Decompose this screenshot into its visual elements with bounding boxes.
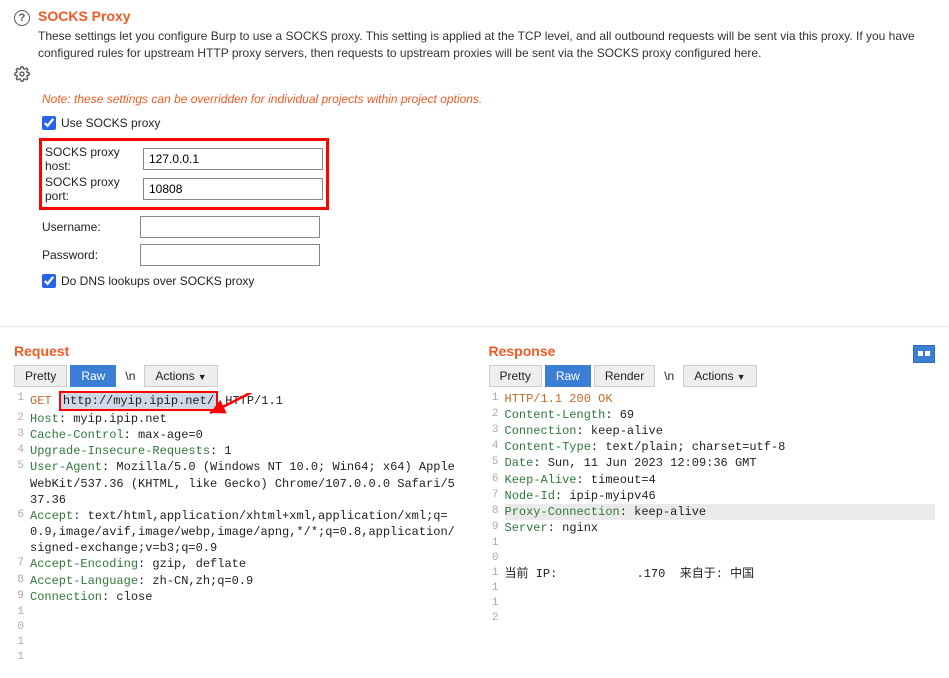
port-input[interactable] [143, 178, 323, 200]
use-socks-label: Use SOCKS proxy [61, 116, 160, 130]
tab-render-resp[interactable]: Render [594, 365, 655, 387]
response-panel: Response Pretty Raw Render \n Actions▼ 1… [489, 343, 936, 665]
dns-label: Do DNS lookups over SOCKS proxy [61, 274, 254, 288]
tab-actions[interactable]: Actions▼ [144, 365, 217, 387]
username-label: Username: [42, 220, 134, 234]
socks-proxy-panel: ? SOCKS Proxy These settings let you con… [0, 0, 949, 310]
dns-checkbox[interactable] [42, 274, 56, 288]
tab-pretty-resp[interactable]: Pretty [489, 365, 542, 387]
tab-newline-resp[interactable]: \n [658, 366, 680, 386]
use-socks-checkbox[interactable] [42, 116, 56, 130]
tab-actions-resp[interactable]: Actions▼ [683, 365, 756, 387]
layout-toggle-button[interactable] [913, 345, 935, 363]
response-tabs: Pretty Raw Render \n Actions▼ [489, 365, 936, 387]
tab-raw[interactable]: Raw [70, 365, 116, 387]
port-label: SOCKS proxy port: [45, 175, 137, 203]
password-input[interactable] [140, 244, 320, 266]
chevron-down-icon: ▼ [198, 372, 207, 382]
request-url-highlight: http://myip.ipip.net/ [59, 391, 218, 411]
response-title: Response [489, 343, 556, 359]
tab-raw-resp[interactable]: Raw [545, 365, 591, 387]
section-title: SOCKS Proxy [38, 8, 935, 24]
gear-icon[interactable] [14, 66, 30, 82]
request-tabs: Pretty Raw \n Actions▼ [14, 365, 461, 387]
chevron-down-icon: ▼ [737, 372, 746, 382]
host-label: SOCKS proxy host: [45, 145, 137, 173]
section-description: These settings let you configure Burp to… [38, 28, 935, 62]
divider [0, 326, 949, 327]
username-input[interactable] [140, 216, 320, 238]
host-input[interactable] [143, 148, 323, 170]
password-label: Password: [42, 248, 134, 262]
response-raw[interactable]: 1HTTP/1.1 200 OK 2Content-Length: 693Con… [489, 391, 936, 626]
tab-pretty[interactable]: Pretty [14, 365, 67, 387]
request-title: Request [14, 343, 461, 359]
request-raw[interactable]: 1GET http://myip.ipip.net/ HTTP/1.1 2Hos… [14, 391, 461, 665]
tab-newline[interactable]: \n [119, 366, 141, 386]
override-note: Note: these settings can be overridden f… [42, 92, 935, 106]
help-icon[interactable]: ? [14, 10, 30, 26]
request-panel: Request Pretty Raw \n Actions▼ 1GET http… [14, 343, 461, 665]
